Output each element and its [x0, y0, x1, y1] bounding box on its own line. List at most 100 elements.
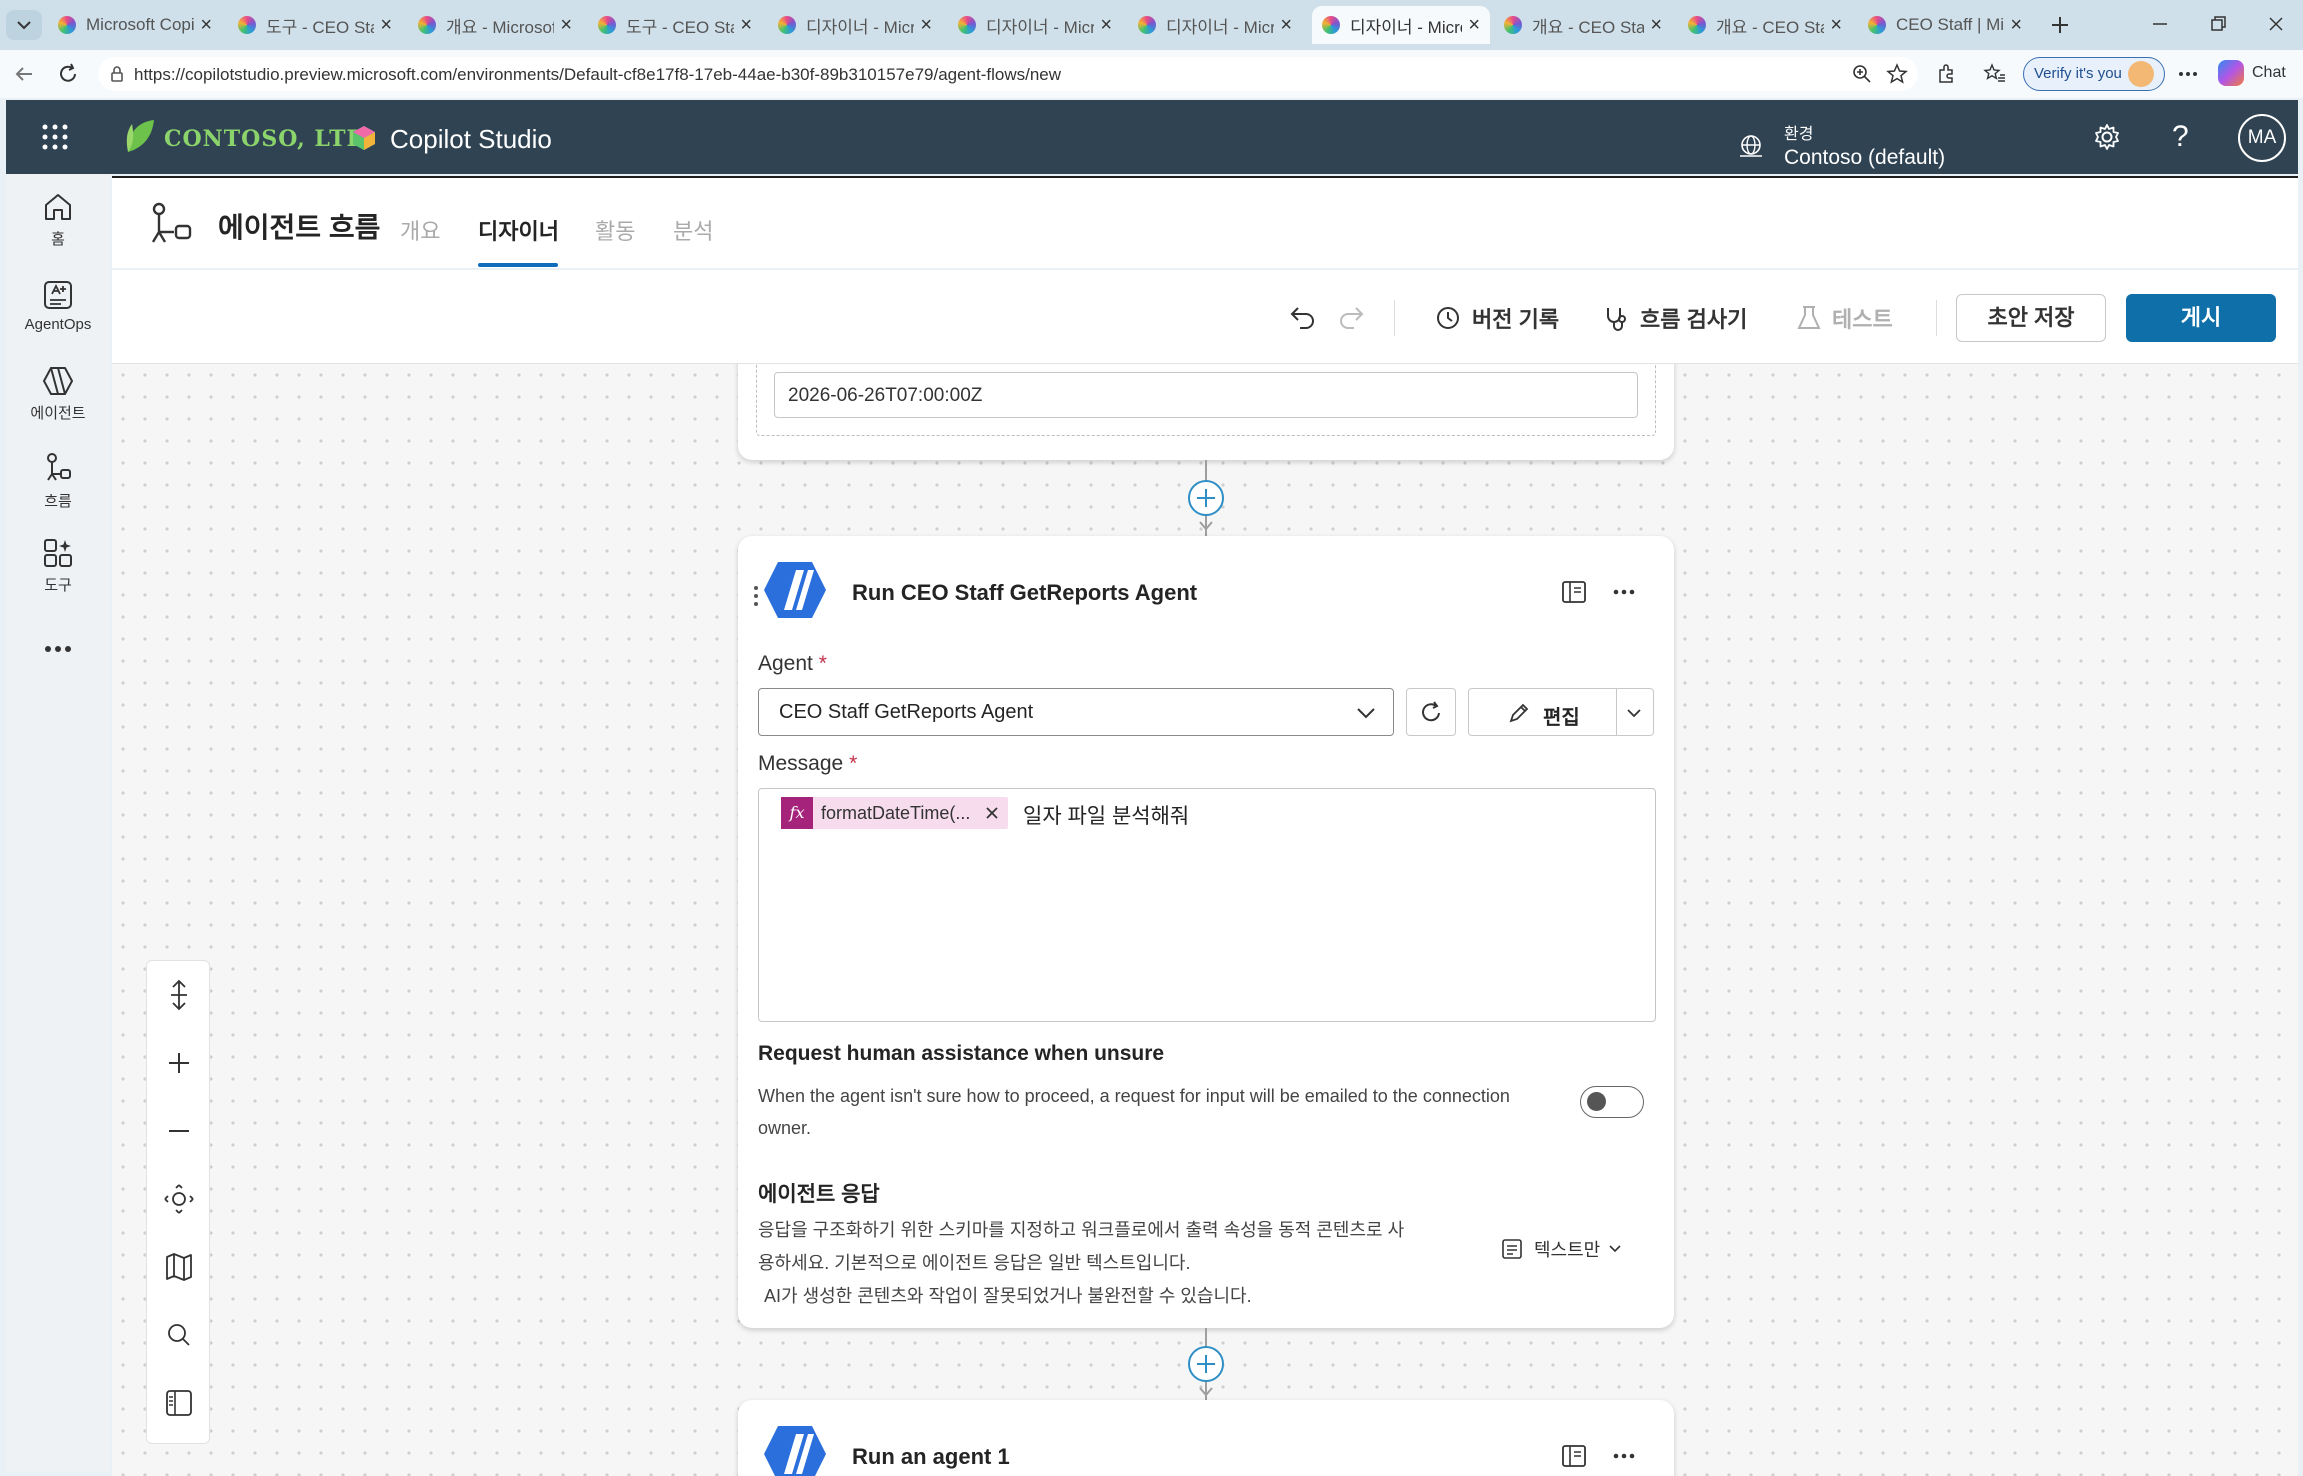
- remove-token-icon[interactable]: [984, 805, 1000, 821]
- tab-designer[interactable]: 디자이너: [478, 214, 559, 246]
- nav-more-icon[interactable]: [6, 644, 110, 658]
- browser-tab[interactable]: Microsoft Copilo ×: [48, 6, 222, 44]
- close-tab-icon[interactable]: ×: [1100, 14, 1112, 37]
- browser-tab[interactable]: 개요 - CEO Staff×: [1678, 6, 1852, 44]
- browser-tab[interactable]: 도구 - CEO Staff ×: [588, 6, 762, 44]
- details-panel-icon[interactable]: [1560, 578, 1588, 606]
- new-tab-icon[interactable]: [2045, 10, 2075, 40]
- add-step-button[interactable]: [1188, 1346, 1224, 1382]
- response-format-dropdown[interactable]: 텍스트만: [1500, 1236, 1624, 1262]
- favorite-star-icon[interactable]: [1886, 63, 1908, 85]
- verify-identity-button[interactable]: Verify it's you: [2023, 57, 2165, 91]
- date-time-field[interactable]: 2026-06-26T07:00:00Z: [774, 372, 1638, 418]
- test-label: 테스트: [1832, 307, 1893, 332]
- previous-action-card[interactable]: 2026-06-26T07:00:00Z: [738, 364, 1674, 460]
- nav-item-agentops[interactable]: AgentOps: [6, 278, 110, 333]
- url-field[interactable]: https://copilotstudio.preview.microsoft.…: [98, 57, 1918, 91]
- help-icon[interactable]: ?: [2172, 120, 2189, 154]
- nav-item-home[interactable]: 홈: [6, 190, 110, 249]
- tab-favicon-icon: [1504, 16, 1522, 34]
- browser-tab[interactable]: 도구 - CEO Staff ×: [228, 6, 402, 44]
- close-tab-icon[interactable]: ×: [200, 14, 212, 37]
- search-icon[interactable]: [147, 1317, 211, 1353]
- close-tab-icon[interactable]: ×: [1830, 14, 1842, 37]
- stethoscope-icon: [1607, 308, 1626, 331]
- minimap-icon[interactable]: [147, 1249, 211, 1285]
- browser-tab[interactable]: 디자이너 - Micro ×: [768, 6, 942, 44]
- flow-canvas[interactable]: 2026-06-26T07:00:00Z Run CEO Staff GetRe…: [112, 364, 2298, 1476]
- browser-tab[interactable]: 디자이너 - Micro ×: [1128, 6, 1302, 44]
- refresh-icon[interactable]: [56, 62, 80, 86]
- message-field-label: Message *: [758, 752, 857, 776]
- message-input[interactable]: fx formatDateTime(... 일자 파일 분석해줘: [758, 788, 1656, 1022]
- expression-token[interactable]: fx formatDateTime(...: [781, 797, 1009, 829]
- org-name: CONTOSO, LTD.: [164, 126, 375, 152]
- browser-tab[interactable]: 디자이너 - Micro ×: [1312, 6, 1490, 44]
- minimize-icon[interactable]: [2148, 12, 2172, 36]
- flow-checker-button[interactable]: 흐름 검사기: [1602, 298, 1747, 338]
- zoom-icon[interactable]: [1851, 63, 1873, 85]
- refresh-agent-button[interactable]: [1406, 688, 1456, 736]
- favorites-list-icon[interactable]: [1983, 62, 2007, 86]
- chevron-down-icon[interactable]: [1625, 705, 1643, 721]
- tab-favicon-icon: [58, 16, 76, 34]
- tab-activity[interactable]: 활동: [595, 214, 635, 246]
- close-tab-icon[interactable]: ×: [380, 14, 392, 37]
- agent-select[interactable]: CEO Staff GetReports Agent: [758, 688, 1394, 736]
- nav-item-agents[interactable]: 에이전트: [6, 364, 110, 423]
- more-menu-icon[interactable]: [2176, 62, 2200, 86]
- redo-icon[interactable]: [1336, 302, 1366, 332]
- run-agent-action-card[interactable]: Run CEO Staff GetReports Agent Agent * C…: [738, 536, 1674, 1328]
- close-tab-icon[interactable]: ×: [740, 14, 752, 37]
- close-tab-icon[interactable]: ×: [920, 14, 932, 37]
- address-bar-row: https://copilotstudio.preview.microsoft.…: [0, 50, 2303, 98]
- zoom-in-icon[interactable]: [147, 1045, 211, 1081]
- nav-item-flows[interactable]: 흐름: [6, 452, 110, 511]
- nav-item-label: 흐름: [44, 493, 72, 510]
- card-more-icon[interactable]: [1612, 580, 1636, 604]
- browser-tab[interactable]: 개요 - Microsoft ×: [408, 6, 582, 44]
- copilot-chat-button[interactable]: Chat: [2218, 60, 2286, 86]
- test-button[interactable]: 테스트: [1796, 298, 1893, 338]
- version-history-button[interactable]: 버전 기록: [1434, 298, 1559, 338]
- nav-item-tools[interactable]: 도구: [6, 536, 110, 595]
- close-window-icon[interactable]: [2264, 12, 2288, 36]
- tab-overview[interactable]: 개요: [400, 214, 440, 246]
- site-info-icon[interactable]: [108, 65, 126, 83]
- zoom-out-icon[interactable]: [147, 1113, 211, 1149]
- back-icon[interactable]: [12, 62, 36, 86]
- app-launcher-icon[interactable]: [42, 124, 68, 150]
- tab-analytics[interactable]: 분석: [673, 214, 713, 246]
- next-action-card[interactable]: Run an agent 1: [738, 1400, 1674, 1476]
- agent-field-label: Agent *: [758, 652, 827, 676]
- edit-agent-button[interactable]: 편집: [1468, 688, 1654, 736]
- tab-favicon-icon: [1868, 16, 1886, 34]
- fit-view-icon[interactable]: [147, 1181, 211, 1217]
- toggle-panel-icon[interactable]: [147, 1385, 211, 1421]
- fit-height-icon[interactable]: [147, 977, 211, 1013]
- undo-icon[interactable]: [1288, 302, 1318, 332]
- close-tab-icon[interactable]: ×: [1280, 14, 1292, 37]
- restore-icon[interactable]: [2206, 12, 2230, 36]
- close-tab-icon[interactable]: ×: [560, 14, 572, 37]
- browser-tab[interactable]: CEO Staff | Micro ×: [1858, 6, 2032, 44]
- save-draft-button[interactable]: 초안 저장: [1956, 294, 2106, 342]
- browser-tab[interactable]: 디자이너 - Micro ×: [948, 6, 1122, 44]
- card-more-icon[interactable]: [1612, 1444, 1636, 1468]
- environment-picker[interactable]: 환경 Contoso (default): [1736, 120, 1945, 170]
- tab-list-button[interactable]: [6, 10, 42, 40]
- close-tab-icon[interactable]: ×: [1468, 14, 1480, 37]
- close-tab-icon[interactable]: ×: [1650, 14, 1662, 37]
- publish-button[interactable]: 게시: [2126, 294, 2276, 342]
- browser-tab[interactable]: 개요 - CEO Staff×: [1494, 6, 1672, 44]
- settings-gear-icon[interactable]: [2092, 122, 2122, 152]
- human-assistance-toggle[interactable]: [1580, 1086, 1644, 1118]
- agent-flow-icon: [148, 202, 194, 248]
- add-step-button[interactable]: [1188, 480, 1224, 516]
- connector-arrow-icon: [1198, 520, 1214, 532]
- details-panel-icon[interactable]: [1560, 1442, 1588, 1470]
- extensions-icon[interactable]: [1934, 62, 1958, 86]
- close-tab-icon[interactable]: ×: [2010, 14, 2022, 37]
- user-avatar[interactable]: MA: [2238, 114, 2286, 162]
- drag-handle-icon[interactable]: [752, 584, 760, 608]
